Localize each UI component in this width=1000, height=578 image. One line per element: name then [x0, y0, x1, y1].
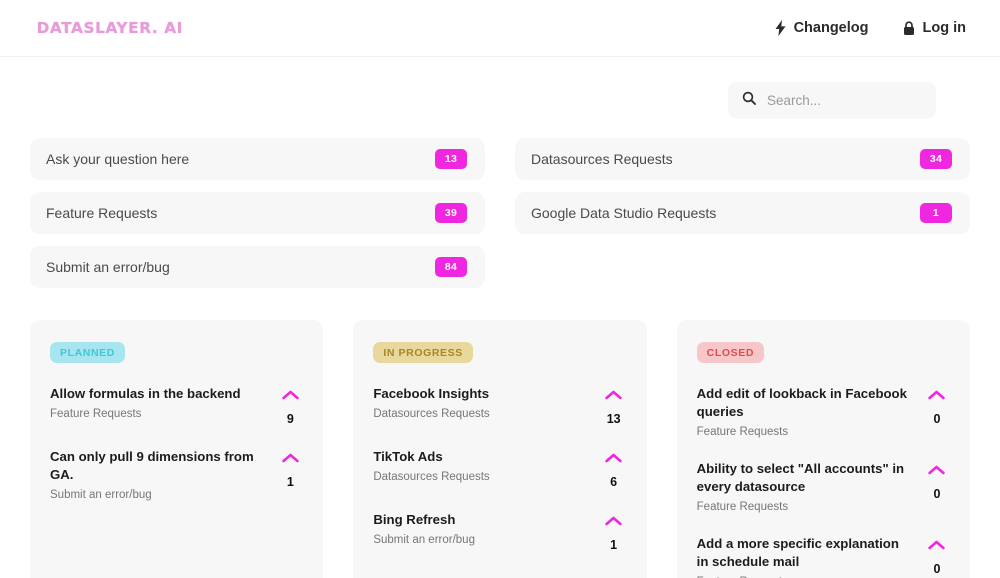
category-count-badge: 84: [435, 257, 467, 277]
site-logo[interactable]: DATASLAYER. AI: [37, 19, 183, 37]
item-category: Datasources Requests: [373, 471, 490, 484]
upvote-control[interactable]: 0: [924, 460, 950, 501]
category-column-right: Datasources Requests 34 Google Data Studio…: [515, 138, 970, 288]
status-board: PLANNED Allow formulas in the backend Feat…: [0, 288, 1000, 578]
list-item[interactable]: Add edit of lookback in Facebook queries…: [697, 385, 950, 438]
site-header: DATASLAYER. AI Changelog Log in: [0, 0, 1000, 57]
vote-count: 0: [933, 562, 941, 577]
search-icon: [742, 91, 756, 110]
search-box[interactable]: [728, 82, 936, 119]
upvote-control[interactable]: 0: [924, 385, 950, 426]
upvote-control[interactable]: 0: [924, 535, 950, 576]
item-category: Feature Requests: [696, 426, 789, 439]
item-main: TikTok Ads Datasources Requests: [373, 448, 586, 483]
item-main: Ability to select "All accounts" in ever…: [697, 460, 910, 513]
category-row[interactable]: Submit an error/bug 84: [30, 246, 485, 288]
item-category: Datasources Requests: [373, 408, 490, 421]
item-category: Submit an error/bug: [373, 534, 475, 547]
board-column: CLOSED Add edit of lookback in Facebook q…: [676, 320, 970, 578]
chevron-up-icon[interactable]: [605, 387, 622, 405]
header-nav: Changelog Log in: [775, 20, 966, 36]
chevron-up-icon[interactable]: [928, 462, 946, 480]
item-title: Bing Refresh: [373, 512, 456, 527]
list-item[interactable]: Bing Refresh Submit an error/bug 1: [373, 511, 626, 552]
item-title: TikTok Ads: [373, 449, 443, 464]
vote-count: 1: [286, 475, 294, 489]
status-badge: CLOSED: [696, 342, 765, 363]
chevron-up-icon[interactable]: [928, 387, 946, 405]
chevron-up-icon[interactable]: [282, 450, 299, 468]
vote-count: 9: [286, 412, 294, 426]
status-badge: PLANNED: [50, 342, 125, 363]
nav-label-changelog: Changelog: [793, 20, 869, 36]
vote-count: 6: [610, 475, 618, 489]
vote-count: 0: [933, 412, 941, 426]
chevron-up-icon[interactable]: [605, 450, 622, 468]
item-list: Allow formulas in the backend Feature Req…: [50, 385, 303, 501]
item-main: Facebook Insights Datasources Requests: [373, 385, 586, 420]
item-title: Facebook Insights: [373, 386, 490, 401]
search-input[interactable]: [767, 93, 922, 108]
category-label: Datasources Requests: [531, 151, 673, 167]
category-count-badge: 39: [435, 203, 467, 223]
item-main: Add a more specific explanation in sched…: [697, 535, 910, 578]
item-title: Ability to select "All accounts" in ever…: [696, 461, 905, 495]
chevron-up-icon[interactable]: [282, 387, 299, 405]
list-item[interactable]: Ability to select "All accounts" in ever…: [697, 460, 950, 513]
list-item[interactable]: Can only pull 9 dimensions from GA. Submi…: [50, 448, 303, 501]
item-main: Can only pull 9 dimensions from GA. Submi…: [50, 448, 263, 501]
category-count-badge: 34: [920, 149, 952, 169]
category-count-badge: 13: [435, 149, 467, 169]
item-main: Allow formulas in the backend Feature Req…: [50, 385, 263, 420]
chevron-up-icon[interactable]: [928, 537, 946, 555]
category-label: Google Data Studio Requests: [531, 205, 717, 221]
item-list: Facebook Insights Datasources Requests 13 T…: [373, 385, 626, 552]
lock-icon: [903, 20, 915, 36]
item-title: Can only pull 9 dimensions from GA.: [50, 449, 254, 483]
category-label: Feature Requests: [46, 205, 158, 221]
category-label: Ask your question here: [46, 151, 190, 167]
list-item[interactable]: Allow formulas in the backend Feature Req…: [50, 385, 303, 426]
item-list: Add edit of lookback in Facebook queries…: [697, 385, 950, 578]
category-row[interactable]: Datasources Requests 34: [515, 138, 970, 180]
nav-link-login[interactable]: Log in: [903, 20, 967, 36]
item-title: Add edit of lookback in Facebook queries: [696, 386, 907, 420]
status-badge: IN PROGRESS: [373, 342, 473, 363]
vote-count: 1: [610, 538, 618, 552]
item-title: Allow formulas in the backend: [50, 386, 241, 401]
item-main: Bing Refresh Submit an error/bug: [373, 511, 586, 546]
category-sections: Ask your question here 13 Feature Requests…: [0, 119, 1000, 288]
search-area: [0, 57, 1000, 119]
upvote-control[interactable]: 6: [601, 448, 627, 489]
upvote-control[interactable]: 1: [277, 448, 303, 489]
nav-link-changelog[interactable]: Changelog: [775, 20, 869, 36]
vote-count: 13: [606, 412, 621, 426]
category-row[interactable]: Feature Requests 39: [30, 192, 485, 234]
category-column-left: Ask your question here 13 Feature Requests…: [30, 138, 485, 288]
board-column: PLANNED Allow formulas in the backend Feat…: [30, 320, 324, 578]
nav-label-login: Log in: [922, 20, 967, 36]
upvote-control[interactable]: 1: [601, 511, 627, 552]
item-category: Feature Requests: [50, 408, 142, 421]
list-item[interactable]: Facebook Insights Datasources Requests 13: [373, 385, 626, 426]
upvote-control[interactable]: 9: [277, 385, 303, 426]
category-count-badge: 1: [920, 203, 952, 223]
category-row[interactable]: Google Data Studio Requests 1: [515, 192, 970, 234]
item-main: Add edit of lookback in Facebook queries…: [697, 385, 910, 438]
list-item[interactable]: TikTok Ads Datasources Requests 6: [373, 448, 626, 489]
vote-count: 0: [933, 487, 941, 502]
category-label: Submit an error/bug: [46, 259, 170, 275]
item-category: Submit an error/bug: [50, 489, 152, 502]
category-row[interactable]: Ask your question here 13: [30, 138, 485, 180]
item-category: Feature Requests: [696, 501, 789, 514]
chevron-up-icon[interactable]: [605, 513, 622, 531]
lightning-bolt-icon: [775, 20, 786, 36]
list-item[interactable]: Add a more specific explanation in sched…: [697, 535, 950, 578]
board-column: IN PROGRESS Facebook Insights Datasources …: [353, 320, 647, 578]
upvote-control[interactable]: 13: [601, 385, 627, 426]
item-title: Add a more specific explanation in sched…: [696, 536, 899, 570]
